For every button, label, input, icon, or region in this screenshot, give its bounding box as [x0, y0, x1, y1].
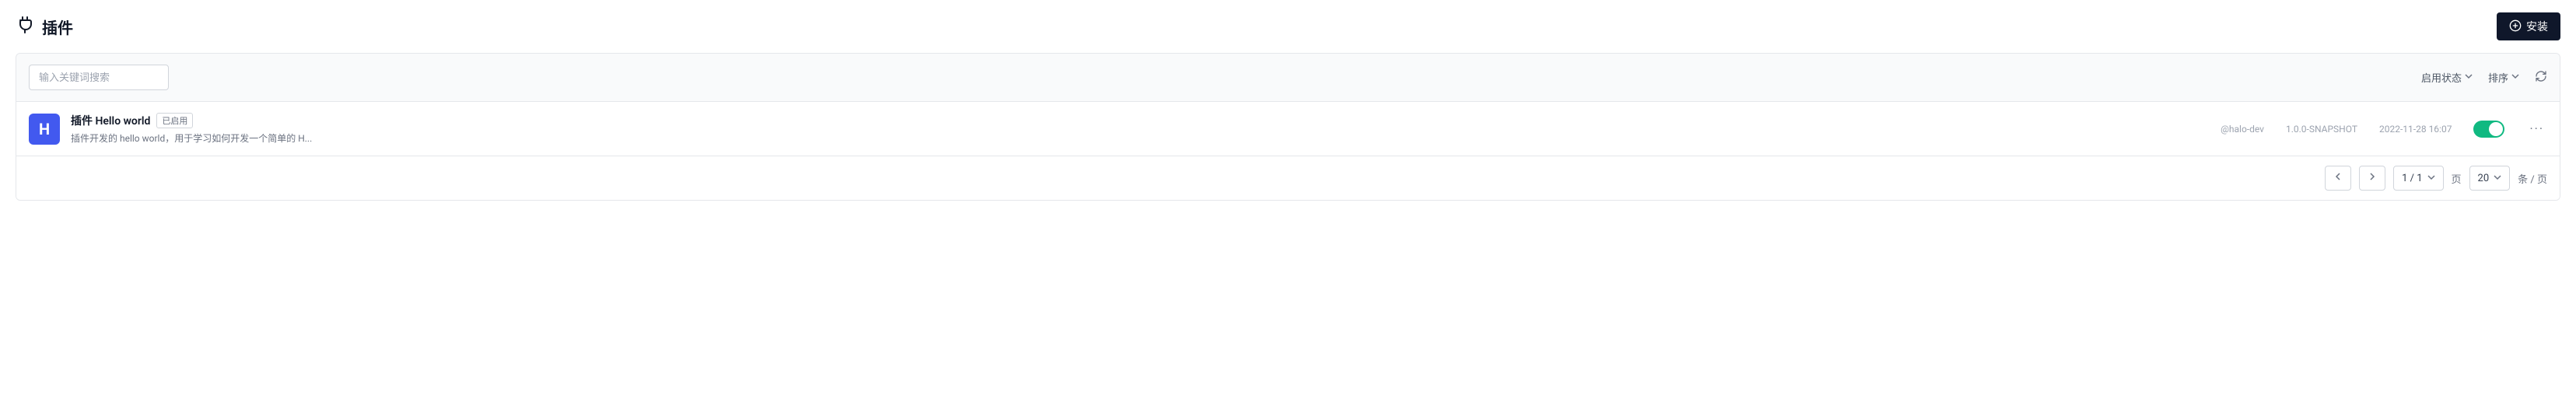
per-page-label: 条 / 页 — [2518, 171, 2547, 186]
filter-status-dropdown[interactable]: 启用状态 — [2421, 70, 2473, 85]
plugin-avatar: H — [29, 114, 60, 145]
page-indicator-dropdown[interactable]: 1 / 1 — [2393, 166, 2443, 191]
page-label: 页 — [2452, 171, 2462, 186]
chevron-down-icon — [2494, 173, 2501, 184]
page-title: 插件 — [42, 16, 73, 38]
plugin-author: @halo-dev — [2221, 124, 2264, 135]
plugin-title: 插件 Hello world — [71, 113, 150, 128]
next-page-button[interactable] — [2359, 166, 2385, 191]
page-indicator-value: 1 / 1 — [2402, 173, 2422, 184]
toolbar: 启用状态 排序 — [16, 54, 2560, 101]
pagination: 1 / 1 页 20 条 / 页 — [16, 156, 2560, 200]
chevron-down-icon — [2511, 72, 2519, 83]
plugin-version: 1.0.0-SNAPSHOT — [2286, 124, 2357, 135]
plugin-icon — [16, 16, 34, 37]
search-input[interactable] — [29, 65, 169, 90]
page-size-dropdown[interactable]: 20 — [2469, 166, 2511, 191]
chevron-down-icon — [2427, 173, 2435, 184]
plugin-enable-toggle[interactable] — [2473, 121, 2504, 138]
page-header: 插件 安装 — [0, 0, 2576, 53]
install-button-label: 安装 — [2526, 19, 2548, 34]
install-button[interactable]: 安装 — [2497, 12, 2560, 40]
plugin-more-button[interactable]: ··· — [2526, 121, 2547, 136]
page-size-value: 20 — [2478, 173, 2490, 184]
more-horizontal-icon: ··· — [2529, 121, 2544, 136]
sort-dropdown[interactable]: 排序 — [2488, 70, 2519, 85]
prev-page-button[interactable] — [2325, 166, 2351, 191]
filter-status-label: 启用状态 — [2421, 70, 2462, 85]
sort-label: 排序 — [2488, 70, 2508, 85]
refresh-button[interactable] — [2535, 70, 2547, 86]
plugin-status-badge: 已启用 — [156, 113, 193, 128]
chevron-right-icon — [2368, 172, 2377, 184]
plugin-timestamp: 2022-11-28 16:07 — [2379, 124, 2452, 135]
chevron-down-icon — [2465, 72, 2473, 83]
content-panel: 启用状态 排序 — [16, 53, 2560, 201]
plus-circle-icon — [2509, 19, 2522, 34]
chevron-left-icon — [2333, 172, 2343, 184]
plugin-description: 插件开发的 hello world，用于学习如何开发一个简单的 H... — [71, 131, 2221, 145]
plugin-row[interactable]: H 插件 Hello world 已启用 插件开发的 hello world，用… — [16, 101, 2560, 156]
refresh-icon — [2535, 73, 2547, 86]
